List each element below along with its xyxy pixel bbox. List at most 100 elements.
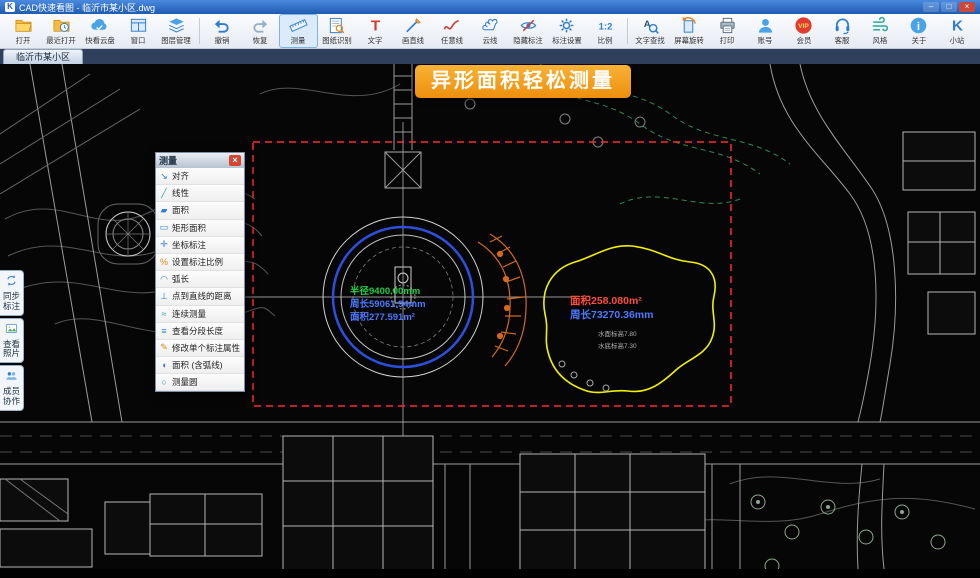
toolbar-item-label: 文字 [368, 35, 383, 45]
circle-area-label[interactable]: 面积277.591m² [350, 311, 415, 323]
toolbar-item-label: 图层管理 [162, 35, 191, 45]
pond-perimeter-label[interactable]: 周长73270.36mm [570, 308, 653, 321]
road-hatch [0, 74, 140, 194]
toolbar-item-site[interactable]: K小站 [938, 14, 976, 48]
toolbar-item-label: 关于 [911, 35, 926, 45]
text-icon: T [366, 16, 385, 35]
measure-item-icon: ○ [158, 377, 170, 387]
toolbar-item-redo[interactable]: 恢复 [241, 14, 279, 48]
hide-mark-icon [519, 16, 538, 35]
toolbar-item-open[interactable]: 打开 [4, 14, 42, 48]
app-window: K CAD快速看图 - 临沂市某小区.dwg – □ × 打开最近打开快看云盘 窗… [0, 0, 980, 578]
window-title: CAD快速看图 - 临沂市某小区.dwg [19, 1, 155, 14]
measure-item-4[interactable]: ▭矩形面积 [156, 220, 244, 237]
toolbar-item-label: 比例 [598, 35, 613, 45]
toolbar-separator [627, 18, 628, 44]
toolbar-item-freeline[interactable]: 任意线 [433, 14, 471, 48]
photo-icon [5, 322, 18, 340]
account-icon [756, 16, 775, 35]
toolbar-item-layers[interactable]: 图层管理 [157, 14, 195, 48]
dock-label: 同步标注 [3, 292, 21, 312]
toolbar-item-about[interactable]: i 关于 [900, 14, 938, 48]
measure-item-8[interactable]: ⊥点到直线的距离 [156, 288, 244, 305]
toolbar: 打开最近打开快看云盘窗口图层管理撤销恢复测量图纸识别T文字画直线任意线云线隐藏标… [0, 14, 980, 49]
pergola-structure [478, 234, 526, 366]
toolbar-item-hidemark[interactable]: 隐藏标注 [509, 14, 547, 48]
toolbar-item-service[interactable]: 客服 [823, 14, 861, 48]
svg-text:i: i [917, 21, 920, 33]
open-folder-icon [14, 16, 33, 35]
toolbar-item-line[interactable]: 画直线 [394, 14, 432, 48]
measure-item-6[interactable]: %设置标注比例 [156, 254, 244, 271]
measure-item-label: 坐标标注 [172, 239, 206, 251]
pond-measurement[interactable]: 面积258.080m² 周长73270.36mm [570, 294, 653, 321]
dock-photo[interactable]: 查看照片 [0, 318, 24, 364]
toolbar-item-label: 快看云盘 [85, 35, 114, 45]
measure-item-5[interactable]: ✛坐标标注 [156, 237, 244, 254]
measure-item-3[interactable]: ▰面积 [156, 202, 244, 219]
toolbar-item-findtext[interactable]: A文字查找 [631, 14, 669, 48]
service-icon [833, 16, 852, 35]
circle-radius-label[interactable]: 半径9400.00mm [350, 285, 420, 297]
toolbar-item-label: 撤销 [214, 35, 229, 45]
cloud-disk-icon [90, 16, 109, 35]
cad-canvas[interactable]: 半径9400.00mm 周长59061.94mm 面积277.591m² 面积2… [0, 64, 980, 569]
selection-rect[interactable] [253, 142, 731, 406]
toolbar-item-label: 文字查找 [636, 35, 665, 45]
measure-panel-titlebar[interactable]: 测量 × [156, 153, 244, 168]
panel-close-icon[interactable]: × [229, 155, 241, 166]
measure-item-2[interactable]: ╱线性 [156, 185, 244, 202]
toolbar-item-undo[interactable]: 撤销 [203, 14, 241, 48]
measure-item-label: 修改单个标注属性 [172, 342, 240, 354]
measure-item-13[interactable]: ○测量圆 [156, 374, 244, 391]
toolbar-item-measure[interactable]: 测量 [279, 14, 317, 48]
toolbar-item-label: 屏幕旋转 [674, 35, 703, 45]
dock-team[interactable]: 成员协作 [0, 365, 24, 411]
toolbar-item-label: 窗口 [131, 35, 146, 45]
measure-item-12[interactable]: ◖面积 (含弧线) [156, 357, 244, 374]
vip-icon: VIP [794, 16, 813, 35]
maximize-button[interactable]: □ [941, 2, 957, 12]
rotate-icon [679, 16, 698, 35]
measure-item-label: 弧长 [172, 273, 189, 285]
circle-perimeter-label[interactable]: 周长59061.94mm [350, 298, 426, 310]
toolbar-item-label: 风格 [873, 35, 888, 45]
toolbar-item-recognize[interactable]: 图纸识别 [318, 14, 356, 48]
dock-label: 成员协作 [3, 387, 21, 407]
toolbar-item-ratio[interactable]: 1:2比例 [586, 14, 624, 48]
find-text-icon: A [641, 16, 660, 35]
toolbar-item-window[interactable]: 窗口 [119, 14, 157, 48]
toolbar-item-style[interactable]: 风格 [861, 14, 899, 48]
pond-notes: 水面标高7.80 水底标高7.30 [598, 329, 637, 350]
measure-item-label: 面积 (含弧线) [172, 359, 223, 371]
toolbar-item-text[interactable]: T文字 [356, 14, 394, 48]
minimize-button[interactable]: – [923, 2, 939, 12]
toolbar-item-recent[interactable]: 最近打开 [42, 14, 80, 48]
dock-label: 查看照片 [3, 340, 21, 360]
toolbar-item-cloud[interactable]: 快看云盘 [81, 14, 119, 48]
measure-item-label: 设置标注比例 [172, 256, 223, 268]
road-lane-markings [0, 436, 980, 452]
promo-banner: 异形面积轻松测量 [415, 65, 631, 98]
toolbar-item-cloudline[interactable]: 云线 [471, 14, 509, 48]
toolbar-item-rotate[interactable]: 屏幕旋转 [670, 14, 708, 48]
measure-item-1[interactable]: ↘对齐 [156, 168, 244, 185]
road-lines [0, 64, 980, 569]
circle-measurement[interactable]: 半径9400.00mm 周长59061.94mm 面积277.591m² [350, 285, 426, 323]
toolbar-item-account[interactable]: 账号 [746, 14, 784, 48]
toolbar-item-print[interactable]: 打印 [708, 14, 746, 48]
measure-item-9[interactable]: ≈连续测量 [156, 306, 244, 323]
measure-panel[interactable]: 测量 × ↘对齐╱线性▰面积▭矩形面积✛坐标标注%设置标注比例◠弧长⊥点到直线的… [155, 152, 245, 392]
pond-area-label[interactable]: 面积258.080m² [570, 294, 642, 307]
close-button[interactable]: × [959, 2, 975, 12]
toolbar-item-markset[interactable]: 标注设置 [548, 14, 586, 48]
measure-item-11[interactable]: ✎修改单个标注属性 [156, 340, 244, 357]
measure-item-7[interactable]: ◠弧长 [156, 271, 244, 288]
measure-item-10[interactable]: ≡查看分段长度 [156, 323, 244, 340]
app-icon: K [5, 2, 15, 12]
svg-text:K: K [952, 18, 963, 35]
dock-sync[interactable]: 同步标注 [0, 270, 24, 316]
water-surface-note: 水面标高7.80 [598, 329, 637, 338]
toolbar-item-vip[interactable]: VIP会员 [785, 14, 823, 48]
tab-drawing[interactable]: 临沂市某小区 [3, 49, 83, 64]
